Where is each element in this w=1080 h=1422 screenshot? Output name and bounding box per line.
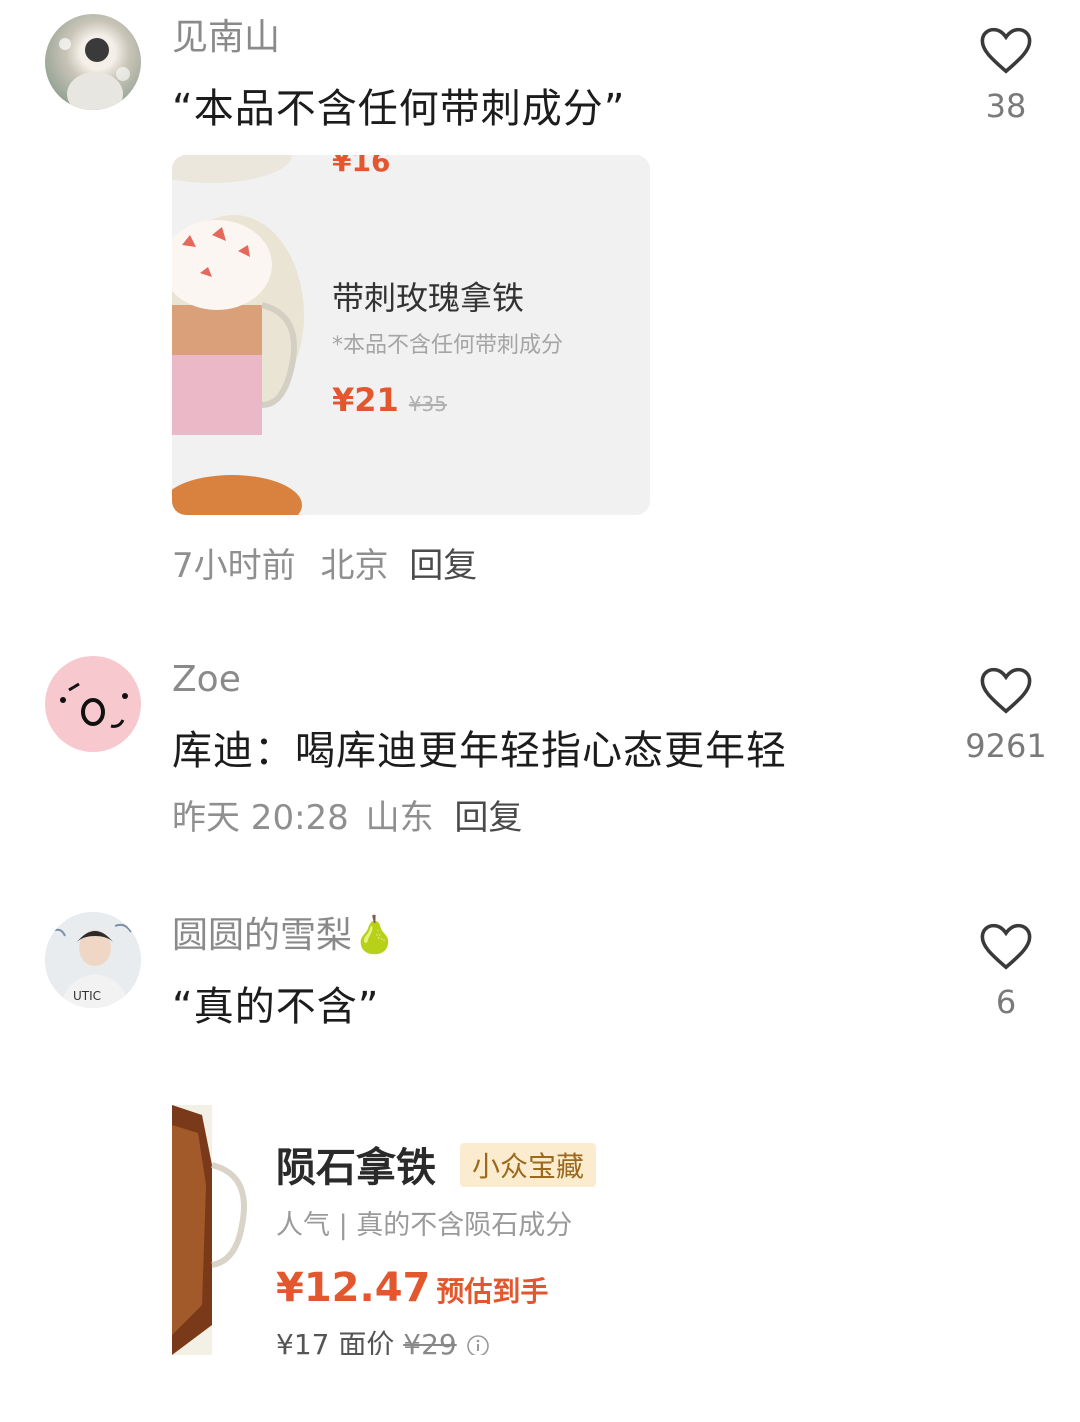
like-button[interactable]: 9261 <box>961 666 1051 766</box>
like-count: 38 <box>985 87 1027 125</box>
product-subtitle: 人气 | 真的不含陨石成分 <box>276 1210 573 1241</box>
comment-2: Zoe 库迪：喝库迪更年轻指心态更年轻 昨天 20:28 山东 回复 9261 <box>0 650 1080 850</box>
face-old-price: ¥29 <box>403 1328 457 1355</box>
product-illustration <box>172 1105 247 1355</box>
username[interactable]: Zoe <box>172 658 241 702</box>
like-count: 6 <box>995 983 1017 1021</box>
product-image-card[interactable]: ¥16 带刺玫瑰拿铁 *本品不含任何带刺成分 ¥21 ¥35 <box>172 155 650 515</box>
reply-button[interactable]: 回复 <box>409 546 477 586</box>
timestamp: 昨天 20:28 <box>172 798 349 838</box>
comment-meta: 7小时前 北京 回复 <box>172 544 477 588</box>
heart-outline-icon <box>980 923 1032 970</box>
product-tag: 小众宝藏 <box>460 1143 597 1187</box>
like-button[interactable]: 6 <box>961 922 1051 1022</box>
face-price: ¥17 面价 ¥29 <box>276 1323 490 1355</box>
top-price: ¥16 <box>332 155 391 178</box>
comment-text: 库迪：喝库迪更年轻指心态更年轻 <box>172 728 787 774</box>
location: 北京 <box>320 546 389 586</box>
comment-text: “本品不含任何带刺成分” <box>172 86 626 132</box>
avatar[interactable] <box>45 14 141 110</box>
heart-outline-icon <box>980 667 1032 714</box>
username[interactable]: 圆圆的雪梨🍐 <box>172 914 397 958</box>
product-name: 带刺玫瑰拿铁 <box>332 279 525 317</box>
face-price-label: ¥17 面价 <box>276 1328 395 1355</box>
timestamp: 7小时前 <box>172 546 296 586</box>
avatar[interactable]: UTIC <box>45 912 141 1008</box>
avatar[interactable] <box>45 656 141 752</box>
location: 山东 <box>365 798 434 838</box>
comment-meta: 昨天 20:28 山东 回复 <box>172 796 522 840</box>
avatar-image: UTIC <box>45 912 141 1008</box>
avatar-image <box>59 38 130 110</box>
price: ¥12.47 <box>276 1265 431 1311</box>
like-button[interactable]: 38 <box>961 26 1051 126</box>
svg-text:UTIC: UTIC <box>73 989 101 1003</box>
price: ¥21 <box>332 381 399 419</box>
product-price: ¥12.47 预估到手 <box>276 1265 548 1311</box>
like-count: 9261 <box>965 727 1047 765</box>
product-name: 陨石拿铁 <box>276 1145 436 1191</box>
username[interactable]: 见南山 <box>172 16 280 60</box>
product-price: ¥21 ¥35 <box>332 381 447 419</box>
comment-1: 见南山 “本品不含任何带刺成分” ¥16 带刺玫瑰拿铁 *本品不含任何带刺成分 … <box>0 0 1080 600</box>
reply-button[interactable]: 回复 <box>454 798 522 838</box>
comment-text: “真的不含” <box>172 984 380 1030</box>
old-price: ¥35 <box>408 392 447 416</box>
heart-outline-icon <box>980 27 1032 74</box>
product-note: *本品不含任何带刺成分 <box>332 333 564 358</box>
avatar-image <box>60 682 128 728</box>
price-suffix: 预估到手 <box>436 1275 549 1308</box>
info-icon[interactable] <box>466 1334 490 1355</box>
product-image-card[interactable]: 陨石拿铁 小众宝藏 人气 | 真的不含陨石成分 ¥12.47 预估到手 ¥17 面… <box>172 1105 652 1355</box>
